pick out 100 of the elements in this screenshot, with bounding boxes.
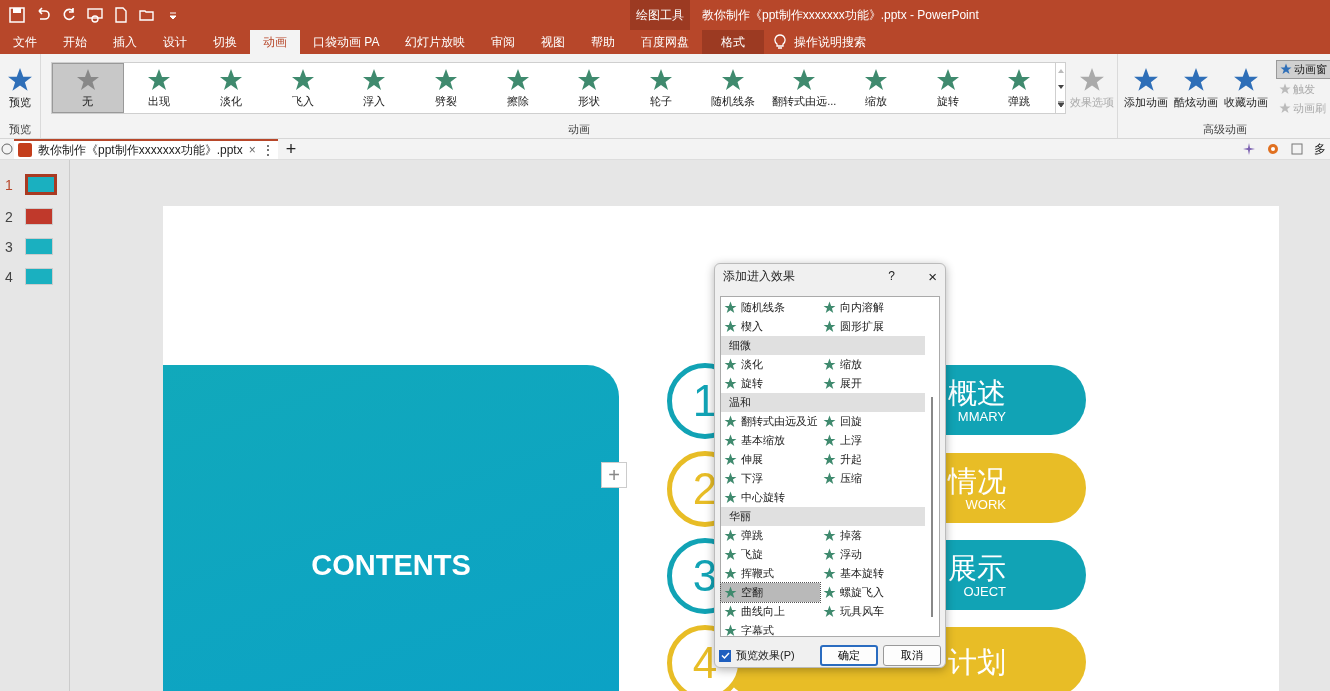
effect-item[interactable]: 随机线条 <box>721 298 820 317</box>
close-button[interactable]: × <box>928 267 937 285</box>
effect-item[interactable]: 展开 <box>820 374 919 393</box>
animation-option[interactable]: 淡化 <box>195 63 267 113</box>
star-icon <box>724 377 737 390</box>
scroll-down-icon[interactable] <box>1057 85 1064 89</box>
effect-item[interactable]: 回旋 <box>820 412 919 431</box>
file-icon <box>18 143 32 157</box>
star-icon <box>7 66 33 93</box>
toolbar-label[interactable]: 多 <box>1314 140 1326 158</box>
tell-me-search[interactable]: 操作说明搜索 <box>794 33 867 51</box>
star-icon <box>724 567 737 580</box>
more-button[interactable]: ⋮ <box>261 143 274 157</box>
star-icon <box>720 67 745 92</box>
effect-item[interactable]: 浮动 <box>820 545 919 564</box>
animation-option[interactable]: 形状 <box>553 63 626 113</box>
close-tab-button[interactable]: × <box>248 143 256 157</box>
star-icon <box>219 67 244 92</box>
ribbon-tab[interactable]: 视图 <box>528 30 579 54</box>
ribbon-tab[interactable]: 百度网盘 <box>628 30 703 54</box>
topic-title: 情况 <box>948 464 1006 497</box>
scrollbar-thumb[interactable] <box>931 397 933 617</box>
star-icon <box>823 567 836 580</box>
ribbon-tab[interactable]: 插入 <box>100 30 150 54</box>
advanced-animation-button[interactable]: 酷炫动画 <box>1172 66 1220 110</box>
ribbon-tab[interactable]: 开始 <box>50 30 100 54</box>
slideshow-icon[interactable] <box>86 6 104 24</box>
ribbon-tab[interactable]: 幻灯片放映 <box>392 30 479 54</box>
animation-option[interactable]: 轮子 <box>625 63 697 113</box>
star-icon <box>1007 67 1032 92</box>
gallery-scrollbar[interactable] <box>1056 62 1067 114</box>
effect-item[interactable]: 压缩 <box>820 469 919 488</box>
document-title: 教你制作《ppt制作xxxxxxx功能》.pptx <box>38 141 243 159</box>
effect-item[interactable]: 玩具风车 <box>820 602 919 621</box>
checkbox-label[interactable]: 预览效果(P) <box>736 648 815 663</box>
star-icon <box>724 434 737 447</box>
cancel-button[interactable]: 取消 <box>883 645 941 666</box>
animation-option[interactable]: 随机线条 <box>696 63 769 113</box>
advanced-animation-button[interactable]: 收藏动画 <box>1222 66 1270 110</box>
star-icon <box>434 67 458 92</box>
expand-gallery-icon[interactable] <box>1057 101 1064 107</box>
animation-option[interactable]: 劈裂 <box>410 63 482 113</box>
star-icon <box>823 472 836 485</box>
animation-option[interactable]: 无 <box>52 63 124 113</box>
animation-option[interactable]: 浮入 <box>338 63 411 113</box>
ribbon-tab[interactable]: 口袋动画 PA <box>300 30 393 54</box>
effect-item[interactable]: 楔入 <box>721 317 820 336</box>
effect-item[interactable]: 升起 <box>820 450 919 469</box>
animation-option[interactable]: 缩放 <box>840 63 912 113</box>
star-icon <box>823 320 836 333</box>
ribbon-tab[interactable]: 格式 <box>702 30 765 54</box>
effect-item[interactable]: 空翻 <box>721 583 820 602</box>
star-icon <box>823 605 836 618</box>
help-button[interactable]: ? <box>888 269 929 283</box>
effect-item[interactable]: 上浮 <box>820 431 919 450</box>
star-icon <box>823 548 836 561</box>
slide-number: 4 <box>5 268 14 285</box>
ok-button[interactable]: 确定 <box>820 645 878 666</box>
group-label: 动画 <box>567 122 591 137</box>
effect-item[interactable]: 圆形扩展 <box>820 317 919 336</box>
document-tab[interactable]: 教你制作《ppt制作xxxxxxx功能》.pptx × ⋮ <box>14 139 278 159</box>
star-icon <box>724 548 737 561</box>
effect-item[interactable]: 缩放 <box>820 355 919 374</box>
ribbon-tab[interactable]: 审阅 <box>478 30 529 54</box>
effect-item[interactable]: 字幕式 <box>721 621 820 640</box>
animation-option[interactable]: 旋转 <box>911 63 984 113</box>
checkbox[interactable] <box>719 649 731 662</box>
animation-option[interactable]: 弹跳 <box>983 63 1055 113</box>
add-tab-button[interactable]: + <box>277 138 305 160</box>
ribbon-tab[interactable]: 文件 <box>0 30 50 54</box>
preview-button[interactable]: 预览 <box>0 66 40 110</box>
window-title: 教你制作《ppt制作xxxxxxx功能》.pptx - PowerPoint <box>701 6 979 24</box>
animation-option[interactable]: 翻转式由远... <box>768 63 841 113</box>
animation-tool-button[interactable]: 动画窗 <box>1276 59 1330 79</box>
star-icon <box>935 67 960 92</box>
star-icon <box>724 358 737 371</box>
topic-title: 展示 <box>948 551 1006 584</box>
star-icon <box>724 491 737 504</box>
ribbon-tab[interactable]: 帮助 <box>578 30 629 54</box>
advanced-animation-button[interactable]: 添加动画 <box>1122 66 1170 110</box>
ribbon-tab[interactable]: 设计 <box>150 30 200 54</box>
ribbon-tab[interactable]: 切换 <box>200 30 250 54</box>
star-icon <box>724 605 737 618</box>
effect-item[interactable]: 向内溶解 <box>820 298 919 317</box>
ribbon-tab[interactable]: 动画 <box>250 30 300 54</box>
star-icon <box>505 67 530 92</box>
save-icon[interactable] <box>8 6 26 24</box>
star-icon <box>823 377 836 390</box>
effect-item[interactable]: 螺旋飞入 <box>820 583 919 602</box>
effect-item[interactable]: 基本旋转 <box>820 564 919 583</box>
animation-option[interactable]: 出现 <box>123 63 196 113</box>
star-icon <box>823 434 836 447</box>
add-button[interactable]: + <box>601 462 627 488</box>
new-file-icon[interactable] <box>112 6 130 24</box>
animation-option[interactable]: 擦除 <box>481 63 554 113</box>
slide-thumbnail[interactable] <box>25 174 57 195</box>
star-icon <box>1279 102 1291 114</box>
star-icon <box>724 472 737 485</box>
animation-option[interactable]: 飞入 <box>266 63 339 113</box>
effect-item[interactable]: 掉落 <box>820 526 919 545</box>
